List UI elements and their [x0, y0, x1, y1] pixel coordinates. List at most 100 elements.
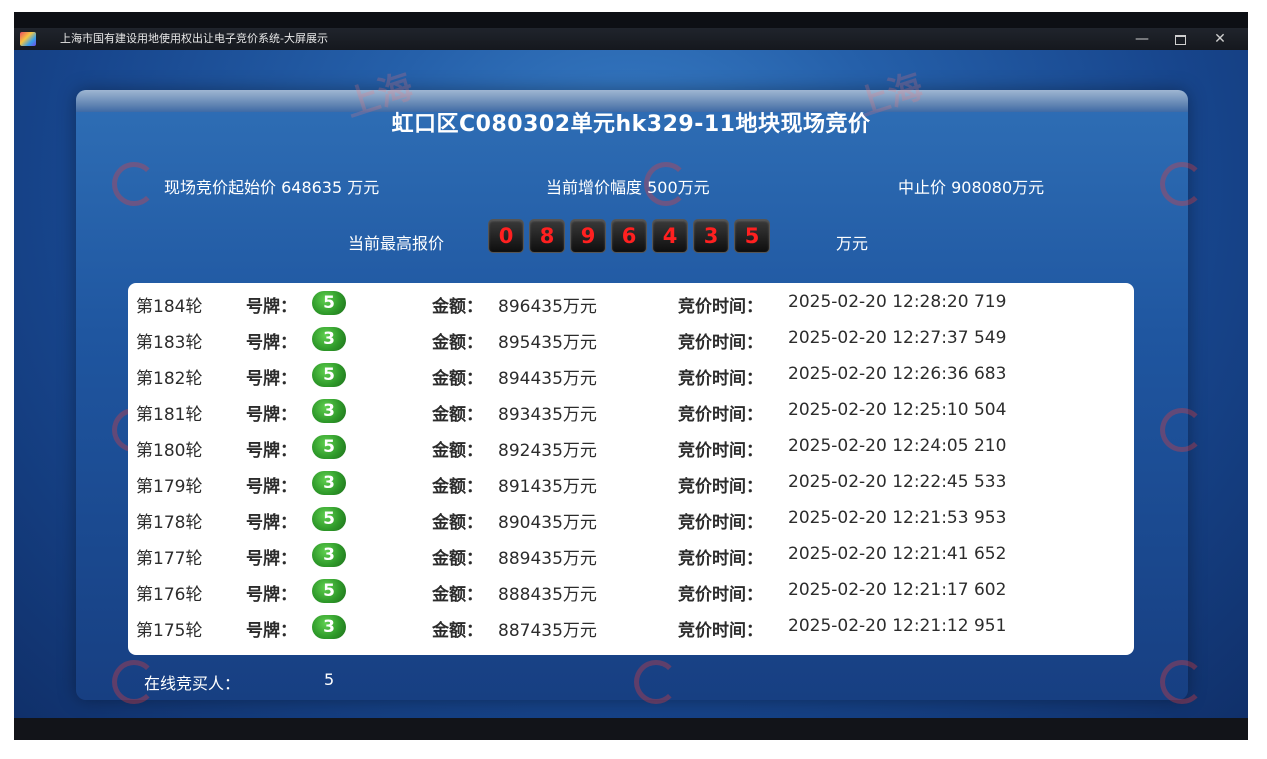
bottom-bar	[14, 718, 1248, 740]
plate-badge: 3	[312, 399, 346, 423]
time-label: 竞价时间：	[678, 549, 763, 569]
stop-price: 中止价 908080万元	[898, 178, 1045, 197]
maximize-icon[interactable]	[1162, 28, 1198, 50]
bid-time: 2025-02-20 12:26:36 683	[788, 364, 1007, 384]
title-bar: 上海市国有建设用地使用权出让电子竞价系统-大屏展示 — ✕	[14, 28, 1248, 50]
bid-digit: 6	[611, 219, 647, 253]
plate-label: 号牌：	[246, 621, 297, 641]
plate-label: 号牌：	[246, 477, 297, 497]
bid-digit: 9	[570, 219, 606, 253]
time-label: 竞价时间：	[678, 297, 763, 317]
plate-badge: 3	[312, 543, 346, 567]
bid-row: 第177轮 号牌： 3 金额： 889435万元 竞价时间： 2025-02-2…	[128, 537, 1134, 573]
plate-label: 号牌：	[246, 369, 297, 389]
bid-row: 第178轮 号牌： 5 金额： 890435万元 竞价时间： 2025-02-2…	[128, 501, 1134, 537]
bid-row: 第180轮 号牌： 5 金额： 892435万元 竞价时间： 2025-02-2…	[128, 429, 1134, 465]
bid-digit: 5	[734, 219, 770, 253]
bid-row: 第184轮 号牌： 5 金额： 896435万元 竞价时间： 2025-02-2…	[128, 285, 1134, 321]
app-window: 上海市国有建设用地使用权出让电子竞价系统-大屏展示 — ✕ 上海 上海 上海 上…	[14, 12, 1248, 740]
swirl-logo-icon	[112, 162, 156, 206]
bid-amount: 894435万元	[498, 369, 597, 389]
bid-row: 第175轮 号牌： 3 金额： 887435万元 竞价时间： 2025-02-2…	[128, 609, 1134, 645]
bid-amount: 888435万元	[498, 585, 597, 605]
bid-time: 2025-02-20 12:21:12 951	[788, 616, 1007, 636]
bid-digit: 3	[693, 219, 729, 253]
start-price: 现场竞价起始价 648635 万元	[164, 178, 380, 197]
online-bidders: 在线竞买人： 5	[144, 670, 334, 694]
swirl-logo-icon	[1160, 408, 1204, 452]
bid-time: 2025-02-20 12:25:10 504	[788, 400, 1007, 420]
amount-label: 金额：	[432, 405, 483, 425]
price-increment: 当前增价幅度 500万元	[546, 178, 710, 197]
bid-time: 2025-02-20 12:24:05 210	[788, 436, 1007, 456]
plate-badge: 5	[312, 507, 346, 531]
page-title: 虹口区C080302单元hk329-11地块现场竞价	[391, 112, 871, 137]
bid-round: 第176轮	[136, 585, 203, 605]
bid-row: 第182轮 号牌： 5 金额： 894435万元 竞价时间： 2025-02-2…	[128, 357, 1134, 393]
time-label: 竞价时间：	[678, 333, 763, 353]
amount-label: 金额：	[432, 441, 483, 461]
bid-amount: 893435万元	[498, 405, 597, 425]
bid-round: 第180轮	[136, 441, 203, 461]
current-bid-label: 当前最高报价	[348, 234, 445, 253]
bid-round: 第179轮	[136, 477, 203, 497]
amount-label: 金额：	[432, 369, 483, 389]
swirl-logo-icon	[1160, 162, 1204, 206]
bid-time: 2025-02-20 12:21:41 652	[788, 544, 1007, 564]
bid-round: 第181轮	[136, 405, 203, 425]
bid-round: 第175轮	[136, 621, 203, 641]
swirl-logo-icon	[634, 660, 678, 704]
bid-digit: 0	[488, 219, 524, 253]
plate-label: 号牌：	[246, 405, 297, 425]
bid-time: 2025-02-20 12:21:53 953	[788, 508, 1007, 528]
bid-amount: 892435万元	[498, 441, 597, 461]
plate-badge: 5	[312, 579, 346, 603]
bid-digit: 4	[652, 219, 688, 253]
bid-digit: 8	[529, 219, 565, 253]
plate-label: 号牌：	[246, 549, 297, 569]
plate-badge: 3	[312, 327, 346, 351]
bid-round: 第183轮	[136, 333, 203, 353]
close-icon[interactable]: ✕	[1202, 28, 1238, 50]
plate-badge: 5	[312, 435, 346, 459]
plate-badge: 3	[312, 471, 346, 495]
plate-label: 号牌：	[246, 297, 297, 317]
current-bid-display: 0 8 9 6 4 3 5	[488, 219, 775, 253]
amount-label: 金额：	[432, 333, 483, 353]
time-label: 竞价时间：	[678, 477, 763, 497]
bid-round: 第178轮	[136, 513, 203, 533]
online-bidders-count: 5	[324, 670, 335, 689]
time-label: 竞价时间：	[678, 513, 763, 533]
bid-time: 2025-02-20 12:21:17 602	[788, 580, 1007, 600]
plate-label: 号牌：	[246, 585, 297, 605]
bid-time: 2025-02-20 12:28:20 719	[788, 292, 1007, 312]
bid-history-list: 第184轮 号牌： 5 金额： 896435万元 竞价时间： 2025-02-2…	[128, 283, 1134, 655]
bid-amount: 890435万元	[498, 513, 597, 533]
time-label: 竞价时间：	[678, 441, 763, 461]
bid-amount: 895435万元	[498, 333, 597, 353]
amount-label: 金额：	[432, 477, 483, 497]
bid-time: 2025-02-20 12:22:45 533	[788, 472, 1007, 492]
time-label: 竞价时间：	[678, 405, 763, 425]
time-label: 竞价时间：	[678, 369, 763, 389]
plate-label: 号牌：	[246, 441, 297, 461]
bid-round: 第184轮	[136, 297, 203, 317]
plate-label: 号牌：	[246, 333, 297, 353]
minimize-icon[interactable]: —	[1124, 28, 1160, 50]
bid-amount: 891435万元	[498, 477, 597, 497]
bid-round: 第177轮	[136, 549, 203, 569]
bid-amount: 887435万元	[498, 621, 597, 641]
bid-amount: 896435万元	[498, 297, 597, 317]
time-label: 竞价时间：	[678, 585, 763, 605]
amount-label: 金额：	[432, 621, 483, 641]
bid-row: 第183轮 号牌： 3 金额： 895435万元 竞价时间： 2025-02-2…	[128, 321, 1134, 357]
time-label: 竞价时间：	[678, 621, 763, 641]
plate-badge: 5	[312, 291, 346, 315]
current-bid-unit: 万元	[836, 234, 869, 253]
amount-label: 金额：	[432, 513, 483, 533]
bid-amount: 889435万元	[498, 549, 597, 569]
plate-badge: 5	[312, 363, 346, 387]
bid-row: 第176轮 号牌： 5 金额： 888435万元 竞价时间： 2025-02-2…	[128, 573, 1134, 609]
bid-row: 第181轮 号牌： 3 金额： 893435万元 竞价时间： 2025-02-2…	[128, 393, 1134, 429]
bid-row: 第179轮 号牌： 3 金额： 891435万元 竞价时间： 2025-02-2…	[128, 465, 1134, 501]
